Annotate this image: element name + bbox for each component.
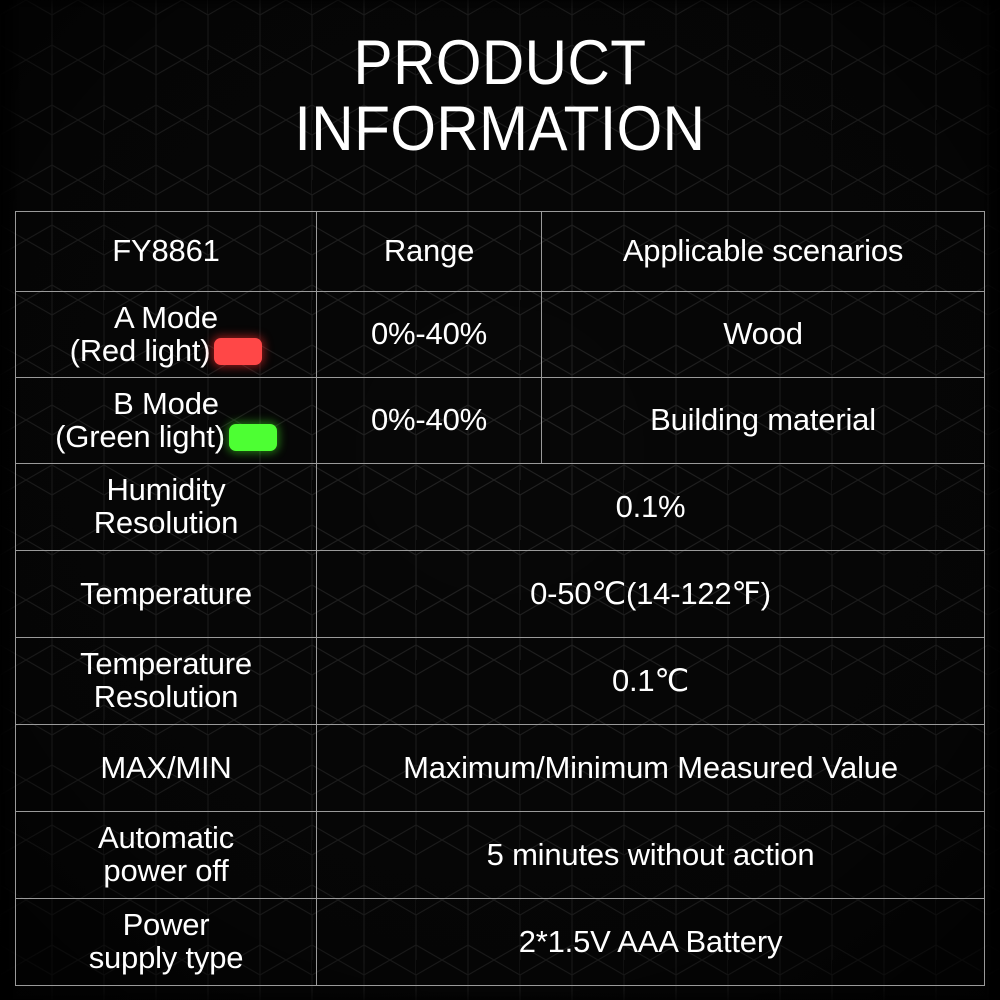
automatic-power-off-label-line-1: Automatic bbox=[97, 820, 235, 856]
max-min-label: MAX/MIN bbox=[100, 749, 232, 785]
table-row: Power supply type 2*1.5V AAA Battery bbox=[15, 898, 985, 986]
humidity-resolution-label-line-2: Resolution bbox=[93, 505, 239, 540]
row-label-a-mode: A Mode (Red light) bbox=[15, 291, 317, 378]
humidity-resolution-label-line-1: Humidity bbox=[106, 472, 226, 508]
row-label-temperature-resolution: Temperature Resolution bbox=[15, 637, 317, 725]
humidity-resolution-value: 0.1% bbox=[316, 463, 985, 551]
table-row: Humidity Resolution 0.1% bbox=[15, 463, 985, 551]
page-title: PRODUCT INFORMATION bbox=[0, 30, 1000, 162]
row-label-automatic-power-off: Automatic power off bbox=[15, 811, 317, 899]
red-light-swatch bbox=[214, 338, 263, 366]
table-header-row: FY8861 Range Applicable scenarios bbox=[15, 211, 985, 292]
table-row: A Mode (Red light) 0%-40% Wood bbox=[15, 291, 985, 378]
b-mode-label-line-1: B Mode bbox=[113, 386, 219, 422]
row-label-temperature: Temperature bbox=[15, 550, 317, 638]
temperature-label: Temperature bbox=[80, 575, 252, 611]
table-row: Temperature 0-50℃(14-122℉) bbox=[15, 550, 985, 638]
automatic-power-off-value: 5 minutes without action bbox=[316, 811, 985, 899]
row-label-humidity-resolution: Humidity Resolution bbox=[15, 463, 317, 551]
header-model: FY8861 bbox=[15, 211, 317, 292]
automatic-power-off-label-line-2: power off bbox=[103, 853, 229, 888]
a-mode-scenario: Wood bbox=[541, 291, 985, 378]
temperature-value: 0-50℃(14-122℉) bbox=[316, 550, 985, 638]
product-specification-table: FY8861 Range Applicable scenarios A Mode… bbox=[15, 211, 985, 986]
page-title-line-2: INFORMATION bbox=[294, 94, 706, 164]
row-label-power-supply-type: Power supply type bbox=[15, 898, 317, 986]
page-title-line-1: PRODUCT bbox=[353, 28, 647, 98]
header-range: Range bbox=[316, 211, 542, 292]
table-row: B Mode (Green light) 0%-40% Building mat… bbox=[15, 377, 985, 464]
b-mode-scenario: Building material bbox=[541, 377, 985, 464]
b-mode-range: 0%-40% bbox=[316, 377, 542, 464]
green-light-swatch bbox=[228, 424, 277, 452]
row-label-b-mode: B Mode (Green light) bbox=[15, 377, 317, 464]
b-mode-label-line-2: (Green light) bbox=[55, 418, 225, 454]
a-mode-range: 0%-40% bbox=[316, 291, 542, 378]
max-min-value: Maximum/Minimum Measured Value bbox=[316, 724, 985, 812]
temperature-resolution-label-line-1: Temperature bbox=[80, 646, 252, 682]
temperature-resolution-value: 0.1℃ bbox=[316, 637, 985, 725]
table-row: Automatic power off 5 minutes without ac… bbox=[15, 811, 985, 899]
header-scenarios: Applicable scenarios bbox=[541, 211, 985, 292]
power-supply-type-value: 2*1.5V AAA Battery bbox=[316, 898, 985, 986]
table-row: MAX/MIN Maximum/Minimum Measured Value bbox=[15, 724, 985, 812]
row-label-max-min: MAX/MIN bbox=[15, 724, 317, 812]
temperature-resolution-label-line-2: Resolution bbox=[93, 679, 239, 714]
power-supply-type-label-line-1: Power bbox=[122, 907, 210, 943]
power-supply-type-label-line-2: supply type bbox=[88, 940, 244, 975]
a-mode-label-line-2: (Red light) bbox=[69, 332, 211, 368]
a-mode-label-line-1: A Mode bbox=[114, 300, 218, 336]
product-information-page: PRODUCT INFORMATION FY8861 Range Applica… bbox=[0, 0, 1000, 1000]
table-row: Temperature Resolution 0.1℃ bbox=[15, 637, 985, 725]
